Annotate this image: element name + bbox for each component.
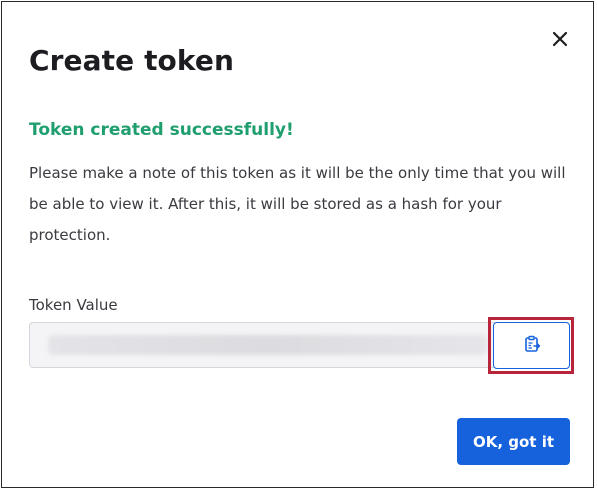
token-value-label: Token Value (29, 296, 118, 314)
ok-got-it-button[interactable]: OK, got it (457, 418, 570, 465)
dialog-description: Please make a note of this token as it w… (29, 164, 566, 244)
copy-token-button[interactable] (493, 322, 570, 369)
dialog-title: Create token (29, 44, 234, 77)
screenshot-frame: Create token Token created successfully!… (1, 1, 594, 488)
token-value-text (48, 335, 488, 355)
create-token-dialog: Create token Token created successfully!… (2, 2, 593, 487)
clipboard-copy-icon (523, 335, 541, 357)
success-message: Token created successfully! (29, 120, 294, 140)
close-icon (552, 31, 568, 51)
close-button[interactable] (547, 28, 573, 54)
